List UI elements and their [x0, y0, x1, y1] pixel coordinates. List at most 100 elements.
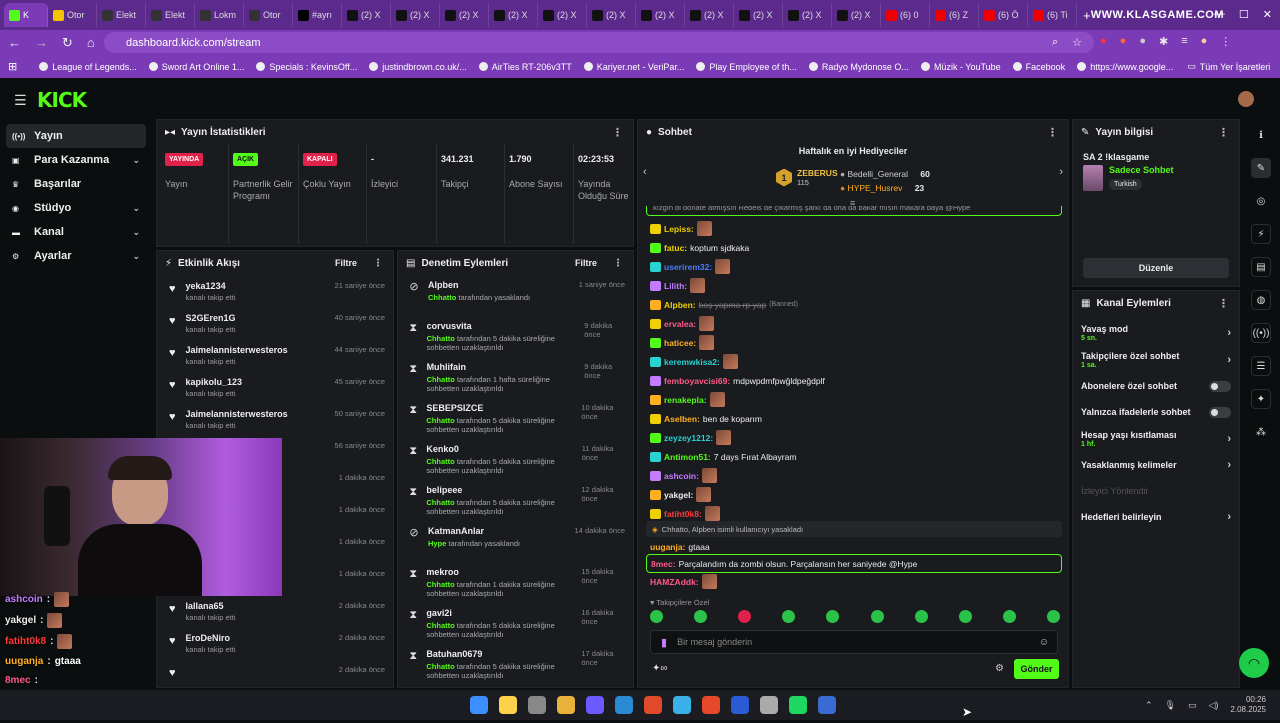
moderator-name[interactable]: Chhatto	[428, 293, 456, 302]
hamburger-icon[interactable]: ☰	[14, 92, 27, 109]
chevron-right-icon[interactable]: ›	[1227, 511, 1231, 523]
emote-icon[interactable]	[694, 610, 708, 623]
channel-action-item[interactable]: Abonelere özel sohbet	[1073, 373, 1239, 399]
chat-username[interactable]: zeyzey1212:	[664, 433, 713, 443]
taskbar-app-icon[interactable]	[789, 696, 807, 714]
chevron-down-icon[interactable]: ⌄	[132, 155, 140, 166]
browser-tab[interactable]: (2) X	[734, 3, 783, 27]
sidebar-item[interactable]: ◉ Stüdyo ⌄	[6, 196, 146, 220]
browser-tab[interactable]: (2) X	[440, 3, 489, 27]
home-icon[interactable]: ⌂	[87, 35, 95, 51]
apps-icon[interactable]: ⊞	[8, 60, 17, 73]
taskbar-app-icon[interactable]	[557, 696, 575, 714]
more-icon[interactable]: ⋮	[613, 258, 623, 269]
taskbar-app-icon[interactable]	[760, 696, 778, 714]
browser-tab[interactable]: (6) Ö	[979, 3, 1028, 27]
chat-username[interactable]: ashcoin:	[664, 471, 699, 481]
bookmark-item[interactable]: Müzik - YouTube	[920, 62, 1001, 72]
bookmark-item[interactable]: https://www.google...	[1077, 62, 1173, 72]
puzzle-icon[interactable]: ✱	[1159, 35, 1168, 48]
follower-name[interactable]: kapikolu_123	[186, 377, 243, 387]
channel-action-item[interactable]: Yalnızca ifadelerle sohbet	[1073, 399, 1239, 425]
taskbar-app-icon[interactable]	[470, 696, 488, 714]
chevron-right-icon[interactable]: ›	[1227, 459, 1231, 471]
emote-icon[interactable]	[914, 610, 928, 623]
more-icon[interactable]: ⋮	[612, 126, 623, 139]
bookmark-item[interactable]: Kariyer.net - VeriPar...	[583, 62, 684, 72]
toggle-switch[interactable]	[1209, 380, 1231, 392]
browser-tab[interactable]: (6) 0	[881, 3, 930, 27]
chevron-down-icon[interactable]: ⌄	[132, 251, 140, 262]
mic-icon[interactable]: 🎙	[1165, 700, 1176, 711]
browser-tab[interactable]: #ayrı	[293, 3, 342, 27]
browser-tab[interactable]: Elekt	[97, 3, 146, 27]
browser-tab[interactable]: (6) Z	[930, 3, 979, 27]
url-field[interactable]: dashboard.kick.com/stream ⌕ ☆	[104, 32, 1094, 53]
chevron-down-icon[interactable]: ⌄	[132, 203, 140, 214]
network-icon[interactable]: ▭	[1188, 700, 1197, 711]
chat-username[interactable]: renakepla:	[664, 395, 707, 405]
moderated-user[interactable]: mekroo	[426, 567, 573, 577]
follower-name[interactable]: yeka1234	[186, 281, 236, 291]
edit-icon[interactable]: ✎	[1251, 158, 1271, 178]
taskbar-app-icon[interactable]	[586, 696, 604, 714]
moderator-name[interactable]: Chhatto	[426, 457, 454, 466]
chat-username[interactable]: ervalea:	[664, 319, 696, 329]
bookmark-star-icon[interactable]: ☆	[1072, 36, 1082, 49]
chevron-right-icon[interactable]: ›	[1227, 327, 1231, 339]
broadcast-icon[interactable]: ((•))	[1251, 323, 1271, 343]
sidebar-item[interactable]: ▬ Kanal ⌄	[6, 220, 146, 244]
new-tab-icon[interactable]: +	[1083, 8, 1091, 23]
bookmark-item[interactable]: League of Legends...	[39, 62, 137, 72]
emote-icon[interactable]	[1002, 610, 1016, 623]
moderated-user[interactable]: gavi2i	[426, 608, 573, 618]
bookmark-item[interactable]: Sword Art Online 1...	[148, 62, 244, 72]
moderator-name[interactable]: Chhatto	[426, 498, 454, 507]
profile-avatar[interactable]: ●	[1201, 35, 1208, 48]
moderated-user[interactable]: Kenko0	[426, 444, 573, 454]
chevron-right-icon[interactable]: ›	[1227, 354, 1231, 366]
moderator-name[interactable]: Chhatto	[427, 334, 455, 343]
emote-icon[interactable]	[738, 610, 752, 623]
taskbar-app-icon[interactable]	[499, 696, 517, 714]
browser-tab[interactable]: (2) X	[489, 3, 538, 27]
next-icon[interactable]: ›	[1059, 166, 1063, 178]
gear-icon[interactable]: ⚙	[995, 663, 1004, 674]
bookmark-item[interactable]: Specials : KevinsOff...	[256, 62, 357, 72]
chat-username[interactable]: Alpben:	[664, 300, 696, 310]
filter-button[interactable]: Filtre	[335, 258, 357, 268]
bookmark-item[interactable]: Radyo Mydonose O...	[808, 62, 909, 72]
channel-action-item[interactable]: Hedefleri belirleyin ›	[1073, 504, 1239, 530]
taskbar-app-icon[interactable]	[615, 696, 633, 714]
channel-action-item[interactable]: Yasaklanmış kelimeler ›	[1073, 452, 1239, 478]
browser-tab[interactable]: (2) X	[783, 3, 832, 27]
chat-username[interactable]: Aselben:	[664, 414, 700, 424]
moderator-name[interactable]: Chhatto	[426, 662, 454, 671]
wrench-icon[interactable]: ✦	[1251, 389, 1271, 409]
sidebar-item[interactable]: ♛ Başarılar	[6, 172, 146, 196]
chevron-down-icon[interactable]: ⌄	[132, 227, 140, 238]
extension-icon[interactable]: ●	[1139, 35, 1146, 48]
follower-name[interactable]: Jaimelannisterwesteros	[186, 409, 288, 419]
chat-icon[interactable]: ◍	[1251, 290, 1271, 310]
emote-icon[interactable]	[826, 610, 840, 623]
extension-icon[interactable]: ●	[1120, 35, 1127, 48]
more-icon[interactable]: ⋮	[1218, 126, 1229, 139]
moderated-user[interactable]: KatmanAnlar	[428, 526, 520, 536]
taskbar-app-icon[interactable]	[702, 696, 720, 714]
chat-username[interactable]: yakgel:	[664, 490, 693, 500]
browser-tab[interactable]: (2) X	[587, 3, 636, 27]
document-icon[interactable]: ▤	[1251, 257, 1271, 277]
emote-icon[interactable]	[782, 610, 796, 623]
moderated-user[interactable]: Alpben	[428, 280, 530, 290]
chat-username[interactable]: Antimon51:	[664, 452, 711, 462]
bookmark-item[interactable]: AirTies RT-206v3TT	[478, 62, 572, 72]
filter-button[interactable]: Filtre	[575, 258, 597, 268]
sidebar-item[interactable]: ⚙ Ayarlar ⌄	[6, 244, 146, 268]
maximize-icon[interactable]: ☐	[1239, 8, 1249, 21]
moderated-user[interactable]: Muhlifain	[427, 362, 577, 372]
channel-action-item[interactable]: İzleyici Yönlendir	[1073, 478, 1239, 504]
moderator-name[interactable]: Chhatto	[427, 375, 455, 384]
users-icon[interactable]: ⁂	[1251, 422, 1271, 442]
browser-tab[interactable]: Otor	[48, 3, 97, 27]
